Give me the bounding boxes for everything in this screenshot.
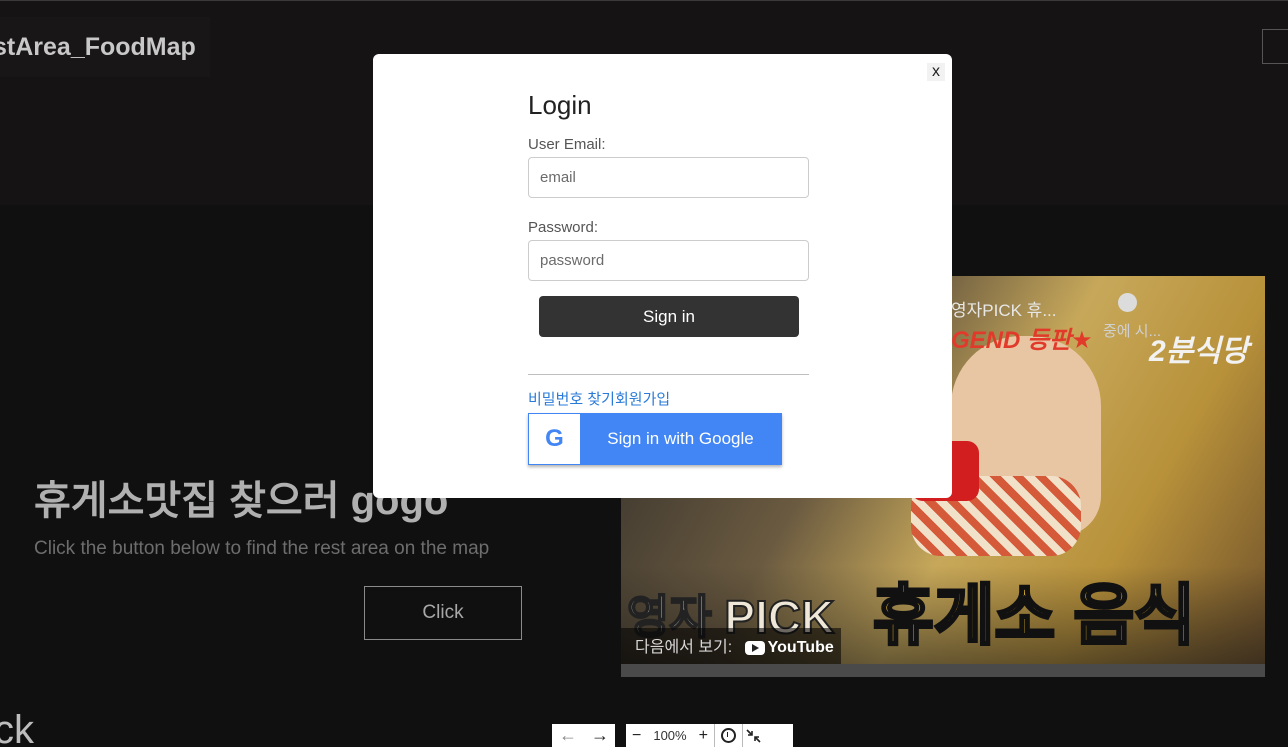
toolbar-divider — [713, 724, 715, 747]
zoom-toolbar: − 100% + — [626, 724, 793, 747]
zoom-level: 100% — [653, 728, 687, 743]
google-icon: G — [529, 414, 580, 464]
google-g-glyph: G — [545, 425, 564, 452]
youtube-logo: YouTube — [744, 639, 834, 656]
footer-partial-text: ck — [0, 708, 34, 747]
zoom-out-button[interactable]: − — [626, 724, 647, 747]
divider — [528, 374, 809, 375]
account-links: 비밀번호 찾기회원가입 — [528, 388, 670, 409]
video-legend-text: GEND 등판★ — [951, 327, 1093, 354]
email-input[interactable] — [528, 157, 809, 198]
signup-link[interactable]: 회원가입 — [615, 391, 670, 408]
video-channel-logo: 2분식당 — [1149, 335, 1249, 368]
zoom-in-button[interactable]: + — [693, 724, 714, 747]
site-logo-text: stArea_FoodMap — [0, 33, 196, 61]
video-title[interactable]: 영자PICK 휴... — [951, 296, 1057, 321]
video-progress-bar — [621, 664, 1265, 677]
collapse-icon[interactable] — [743, 727, 765, 745]
watch-on-label: 다음에서 보기: — [635, 639, 733, 656]
video-caption-right: 휴게소 음식 — [872, 577, 1197, 654]
navigation-toolbar: ← → — [552, 724, 615, 747]
site-logo[interactable]: stArea_FoodMap — [0, 17, 210, 77]
youtube-play-icon — [744, 640, 765, 655]
back-arrow-icon[interactable]: ← — [552, 724, 584, 747]
youtube-logo-text: YouTube — [767, 639, 834, 656]
login-modal: x Login User Email: Password: Sign in 비밀… — [373, 54, 952, 498]
hero-click-button[interactable]: Click — [364, 586, 522, 640]
find-password-link[interactable]: 비밀번호 찾기 — [528, 391, 615, 408]
password-input[interactable] — [528, 240, 809, 281]
login-title: Login — [528, 90, 592, 120]
password-label: Password: — [528, 219, 599, 236]
email-label: User Email: — [528, 136, 606, 153]
header-menu-button[interactable] — [1262, 29, 1288, 64]
forward-arrow-icon[interactable]: → — [584, 724, 616, 747]
signin-button[interactable]: Sign in — [539, 296, 799, 337]
hero-subtitle: Click the button below to find the rest … — [34, 538, 490, 559]
watch-later-icon[interactable] — [1118, 293, 1137, 312]
close-icon[interactable]: x — [927, 63, 945, 81]
download-icon[interactable] — [720, 728, 736, 743]
watch-on-youtube[interactable]: 다음에서 보기: YouTube — [621, 628, 841, 668]
google-signin-button[interactable]: G Sign in with Google — [528, 413, 782, 465]
google-signin-label: Sign in with Google — [607, 429, 754, 448]
